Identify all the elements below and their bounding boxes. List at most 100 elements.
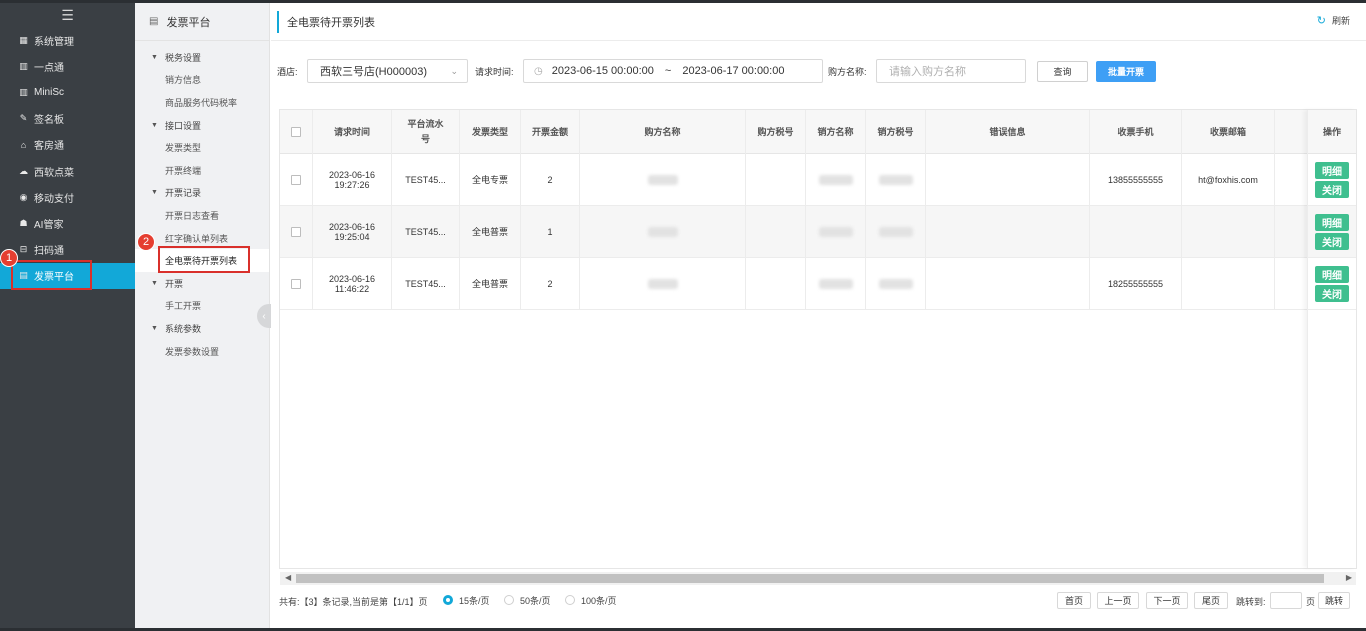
nav-item-5[interactable]: ⌂ 客房通	[0, 132, 135, 158]
row-checkbox[interactable]	[291, 226, 301, 237]
detail-button[interactable]: 明细	[1315, 213, 1349, 231]
time-end-input[interactable]: 2023-06-17 00:00:00	[682, 65, 784, 77]
grid-icon: ▦	[19, 34, 28, 45]
sub-group[interactable]: ▼ 接口设置	[135, 114, 269, 137]
column-header[interactable]: 错误信息	[926, 110, 1090, 154]
column-header[interactable]: 请求时间	[313, 110, 392, 154]
pay-icon: ◉	[19, 191, 28, 202]
radio-icon	[504, 595, 514, 605]
row-checkbox[interactable]	[291, 174, 301, 185]
nav-item-4[interactable]: ✎ 签名板	[0, 106, 135, 132]
table-cell: 全电普票	[460, 206, 521, 257]
table-cell	[1182, 206, 1275, 257]
table-cell	[746, 258, 806, 309]
sub-item[interactable]: 发票参数设置	[135, 340, 269, 363]
nav-item-3[interactable]: ▥ MiniSc	[0, 79, 135, 105]
nav-item-1[interactable]: ▦ 系统管理	[0, 27, 135, 53]
time-start-input[interactable]: 2023-06-15 00:00:00	[552, 65, 654, 77]
page-size-50[interactable]: 50条/页	[504, 594, 551, 607]
prev-page-button[interactable]: 上一页	[1097, 592, 1139, 609]
nav-item-10[interactable]: ▤ 发票平台	[0, 259, 135, 290]
row-checkbox[interactable]	[291, 278, 301, 289]
first-page-button[interactable]: 首页	[1057, 592, 1091, 609]
column-header[interactable]: 收票手机	[1090, 110, 1182, 154]
column-header[interactable]: 发票类型	[460, 110, 521, 154]
nav-item-7[interactable]: ◉ 移动支付	[0, 184, 135, 210]
detail-button[interactable]: 明细	[1315, 161, 1349, 179]
column-header[interactable]: 收票邮箱	[1182, 110, 1275, 154]
refresh-button[interactable]: ↻ 刷新	[1317, 14, 1350, 27]
table-cell: 2023-06-16 19:27:26	[313, 154, 392, 205]
hotel-label: 酒店:	[277, 67, 298, 77]
nav-item-label: 扫码通	[34, 246, 64, 258]
redacted-value	[878, 226, 913, 237]
op-cell: 明细 关闭	[1308, 258, 1356, 310]
buyer-name-input[interactable]: 请输入购方名称	[876, 59, 1026, 83]
page-unit-label: 页	[1306, 597, 1316, 607]
table-cell	[746, 154, 806, 205]
nav-item-6[interactable]: ☁ 西软点菜	[0, 158, 135, 184]
time-range-picker[interactable]: ◷ 2023-06-15 00:00:00 ~ 2023-06-17 00:00…	[523, 59, 823, 83]
column-header[interactable]: 销方税号	[866, 110, 926, 154]
sub-group-label: 税务设置	[164, 52, 201, 63]
next-page-button[interactable]: 下一页	[1146, 592, 1188, 609]
table-cell	[806, 206, 866, 257]
horizontal-scrollbar[interactable]: ◀ ▶	[280, 572, 1356, 585]
column-header[interactable]: 购方名称	[580, 110, 746, 154]
table-cell: 1	[521, 206, 580, 257]
chevron-down-icon: ⌄	[450, 65, 458, 76]
page-size-15[interactable]: 15条/页	[443, 594, 490, 607]
sub-item[interactable]: 销方信息	[135, 69, 269, 92]
column-header[interactable]: 平台流水号	[392, 110, 460, 154]
close-button[interactable]: 关闭	[1315, 180, 1349, 198]
jump-page-input[interactable]	[1270, 592, 1302, 609]
sub-item-label: 红字确认单列表	[165, 233, 229, 244]
sub-item[interactable]: 开票日志查看	[135, 204, 269, 227]
buyer-name-placeholder: 请输入购方名称	[889, 66, 966, 78]
sub-item[interactable]: 手工开票	[135, 295, 269, 318]
hotel-select[interactable]: 西软三号店(H000003) ⌄	[307, 59, 468, 83]
sub-group[interactable]: ▼ 开票	[135, 272, 269, 295]
page-title: 全电票待开票列表	[277, 11, 375, 33]
sub-item[interactable]: 开票终端	[135, 159, 269, 182]
column-header[interactable]: 购方税号	[746, 110, 806, 154]
last-page-button[interactable]: 尾页	[1194, 592, 1228, 609]
sub-group[interactable]: ▼ 开票记录	[135, 182, 269, 205]
scroll-left-icon[interactable]: ◀	[285, 573, 291, 582]
batch-invoice-button[interactable]: 批量开票	[1096, 61, 1156, 82]
menu-toggle-icon[interactable]: ☰	[0, 3, 135, 27]
page-size-100-label: 100条/页	[581, 596, 617, 606]
select-all-checkbox[interactable]	[291, 127, 301, 137]
jump-button[interactable]: 跳转	[1318, 592, 1350, 609]
redacted-value	[647, 174, 678, 185]
bar-chart-icon: ▥	[19, 86, 28, 97]
query-button[interactable]: 查询	[1037, 61, 1088, 82]
nav-item-2[interactable]: ▥ 一点通	[0, 53, 135, 79]
scroll-right-icon[interactable]: ▶	[1346, 573, 1352, 582]
nav-item-label: 客房通	[34, 141, 64, 153]
sub-group[interactable]: ▼ 系统参数	[135, 317, 269, 340]
sub-menu-title: 发票平台	[166, 16, 211, 29]
sub-group-label: 开票	[164, 278, 183, 289]
nav-item-label: 签名板	[34, 115, 64, 127]
page-size-100[interactable]: 100条/页	[565, 594, 617, 607]
column-header[interactable]: 销方名称	[806, 110, 866, 154]
detail-button[interactable]: 明细	[1315, 265, 1349, 283]
table-cell	[926, 206, 1090, 257]
table-cell	[580, 154, 746, 205]
sub-item[interactable]: 全电票待开票列表	[135, 246, 269, 274]
sub-group-label: 接口设置	[164, 120, 201, 131]
redacted-value	[647, 278, 678, 289]
sub-item-label: 开票终端	[165, 165, 202, 176]
nav-item-8[interactable]: ☗ AI管家	[0, 210, 135, 236]
redacted-value	[818, 174, 853, 185]
sub-item[interactable]: 商品服务代码税率	[135, 91, 269, 114]
close-button[interactable]: 关闭	[1315, 284, 1349, 302]
column-header[interactable]: 开票金额	[521, 110, 580, 154]
sub-item[interactable]: 发票类型	[135, 136, 269, 159]
close-button[interactable]: 关闭	[1315, 232, 1349, 250]
filter-bar: 酒店: 西软三号店(H000003) ⌄ 请求时间: ◷ 2023-06-15 …	[277, 59, 1362, 83]
sub-group[interactable]: ▼ 税务设置	[135, 46, 269, 69]
scrollbar-thumb[interactable]	[296, 574, 1324, 583]
row-select-cell	[280, 154, 313, 205]
